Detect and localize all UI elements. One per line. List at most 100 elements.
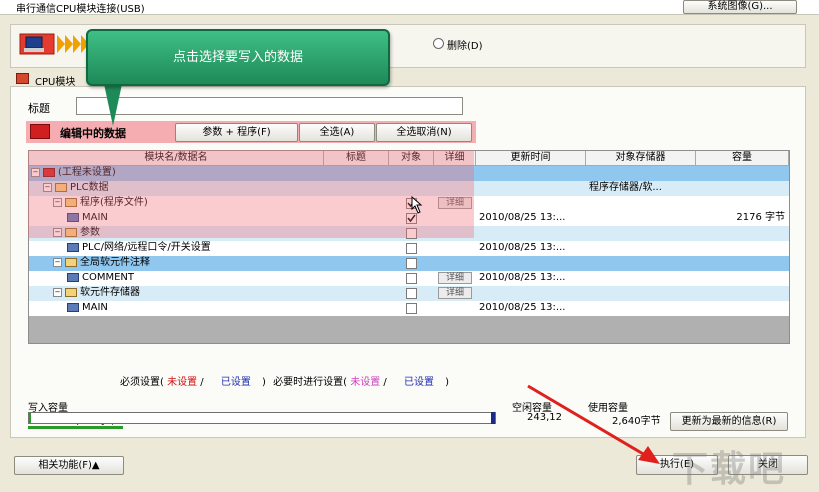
tree-collapse-icon[interactable]: − (53, 197, 62, 207)
table-row[interactable]: MAIN 2010/08/25 13:... (29, 301, 789, 316)
row-update-time: 2010/08/25 13:... (479, 242, 566, 253)
column-header-target[interactable]: 对象 (389, 151, 434, 166)
row-update-time (479, 166, 586, 181)
row-target-checkbox[interactable] (406, 228, 417, 239)
row-target-memory (589, 196, 696, 211)
row-capacity (696, 256, 785, 271)
window-title: 串行通信CPU模块连接(USB) (16, 4, 145, 15)
column-header-capacity[interactable]: 容量 (696, 151, 789, 166)
row-target-checkbox[interactable] (406, 243, 417, 254)
row-name-cell: − 程序(程序文件) (53, 196, 324, 211)
tree-collapse-icon[interactable]: − (53, 227, 62, 237)
row-name-text: MAIN (82, 212, 108, 223)
file-icon (67, 272, 79, 282)
params-program-button[interactable]: 参数 + 程序(F) (175, 123, 298, 142)
row-update-time (479, 226, 586, 241)
column-header-name[interactable]: 模块名/数据名 (29, 151, 324, 166)
row-update-time: 2010/08/25 13:... (479, 302, 566, 313)
legend-close-1: ) (262, 377, 266, 388)
column-header-update-time[interactable]: 更新时间 (476, 151, 586, 166)
tree-collapse-icon[interactable]: − (53, 287, 62, 297)
table-row[interactable]: − 全局软元件注释 (29, 256, 789, 271)
table-row[interactable]: − PLC数据 程序存储器/软... (29, 181, 789, 196)
mouse-cursor-icon (408, 195, 424, 219)
row-update-time: 2010/08/25 13:... (479, 212, 566, 223)
row-target-checkbox[interactable] (406, 288, 417, 299)
row-target-checkbox[interactable] (406, 258, 417, 269)
folder-icon (65, 257, 77, 267)
required-label: 必须设置( (120, 377, 164, 388)
related-functions-button[interactable]: 相关功能(F)▲ (14, 456, 124, 475)
row-name-cell: COMMENT (67, 271, 324, 286)
row-capacity (696, 196, 785, 211)
tab-cpu-module[interactable]: CPU模块 (35, 73, 75, 88)
annotation-arrow-icon (520, 380, 670, 473)
row-detail-button[interactable]: 详细 (438, 197, 472, 209)
when-needed-set: 已设置 (403, 377, 434, 388)
row-name-text: PLC数据 (70, 182, 109, 193)
row-name-cell: − 参数 (53, 226, 324, 241)
column-header-title[interactable]: 标题 (324, 151, 389, 166)
folder-icon (65, 197, 77, 207)
row-title-cell (324, 286, 389, 301)
table-row[interactable]: − 参数 (29, 226, 789, 241)
row-name-cell: − (工程未设置) (31, 166, 324, 181)
row-name-cell: PLC/网络/远程口令/开关设置 (67, 241, 324, 256)
row-update-time: 2010/08/25 13:... (479, 272, 566, 283)
project-icon (43, 167, 55, 177)
row-target-memory (589, 211, 696, 226)
table-row[interactable]: − (工程未设置) (29, 166, 789, 181)
row-title-cell (324, 226, 389, 241)
write-capacity-underline (28, 426, 123, 429)
row-name-text: PLC/网络/远程口令/开关设置 (82, 242, 211, 253)
system-image-button[interactable]: 系统图像(G)... (683, 0, 797, 14)
required-not-set: 未设置 (167, 377, 198, 388)
tooltip-pointer (104, 84, 122, 126)
row-target-memory (589, 226, 696, 241)
row-title-cell (324, 256, 389, 271)
data-table: 模块名/数据名 标题 对象 详细 更新时间 对象存储器 容量 − (工程未设置) −… (28, 150, 790, 344)
column-header-detail[interactable]: 详细 (434, 151, 476, 166)
legend-slash-1: / (200, 377, 204, 388)
column-header-target-memory[interactable]: 对象存储器 (586, 151, 696, 166)
tree-collapse-icon[interactable]: − (53, 257, 62, 267)
row-name-text: 程序(程序文件) (80, 197, 148, 208)
row-name-text: (工程未设置) (58, 167, 116, 178)
row-detail-button[interactable]: 详细 (438, 287, 472, 299)
tree-collapse-icon[interactable]: − (43, 182, 52, 192)
title-input[interactable] (76, 97, 463, 115)
row-target-memory (589, 286, 696, 301)
row-detail-button[interactable]: 详细 (438, 272, 472, 284)
capacity-bar-end-marker (491, 412, 495, 424)
instruction-tooltip: 点击选择要写入的数据 (86, 29, 390, 86)
table-row[interactable]: − 软元件存储器 详细 (29, 286, 789, 301)
row-capacity (696, 181, 785, 196)
row-name-cell: − 软元件存储器 (53, 286, 324, 301)
row-name-cell: − PLC数据 (43, 181, 324, 196)
row-target-memory (589, 256, 696, 271)
data-folder-icon (30, 124, 50, 139)
deselect-all-button[interactable]: 全选取消(N) (376, 123, 472, 142)
row-capacity (696, 226, 785, 241)
title-label: 标题 (28, 102, 50, 115)
folder-icon (65, 227, 77, 237)
row-capacity: 2176 字节 (736, 212, 785, 223)
row-update-time (479, 196, 586, 211)
watermark-logo: 下载吧 (672, 449, 787, 490)
row-capacity (696, 241, 785, 256)
row-target-memory (589, 241, 696, 256)
table-row[interactable]: PLC/网络/远程口令/开关设置 2010/08/25 13:... (29, 241, 789, 256)
row-name-text: 全局软元件注释 (80, 257, 150, 268)
row-target-checkbox[interactable] (406, 273, 417, 284)
file-icon (67, 302, 79, 312)
row-title-cell (324, 241, 389, 256)
when-needed-not-set: 未设置 (350, 377, 381, 388)
refresh-info-button[interactable]: 更新为最新的信息(R) (670, 412, 788, 431)
tree-collapse-icon[interactable]: − (31, 167, 40, 177)
row-target-checkbox[interactable] (406, 303, 417, 314)
select-all-button[interactable]: 全选(A) (299, 123, 375, 142)
folder-icon (55, 182, 67, 192)
table-row[interactable]: COMMENT 详细 2010/08/25 13:... (29, 271, 789, 286)
row-title-cell (324, 211, 389, 226)
delete-radio[interactable] (433, 38, 444, 49)
